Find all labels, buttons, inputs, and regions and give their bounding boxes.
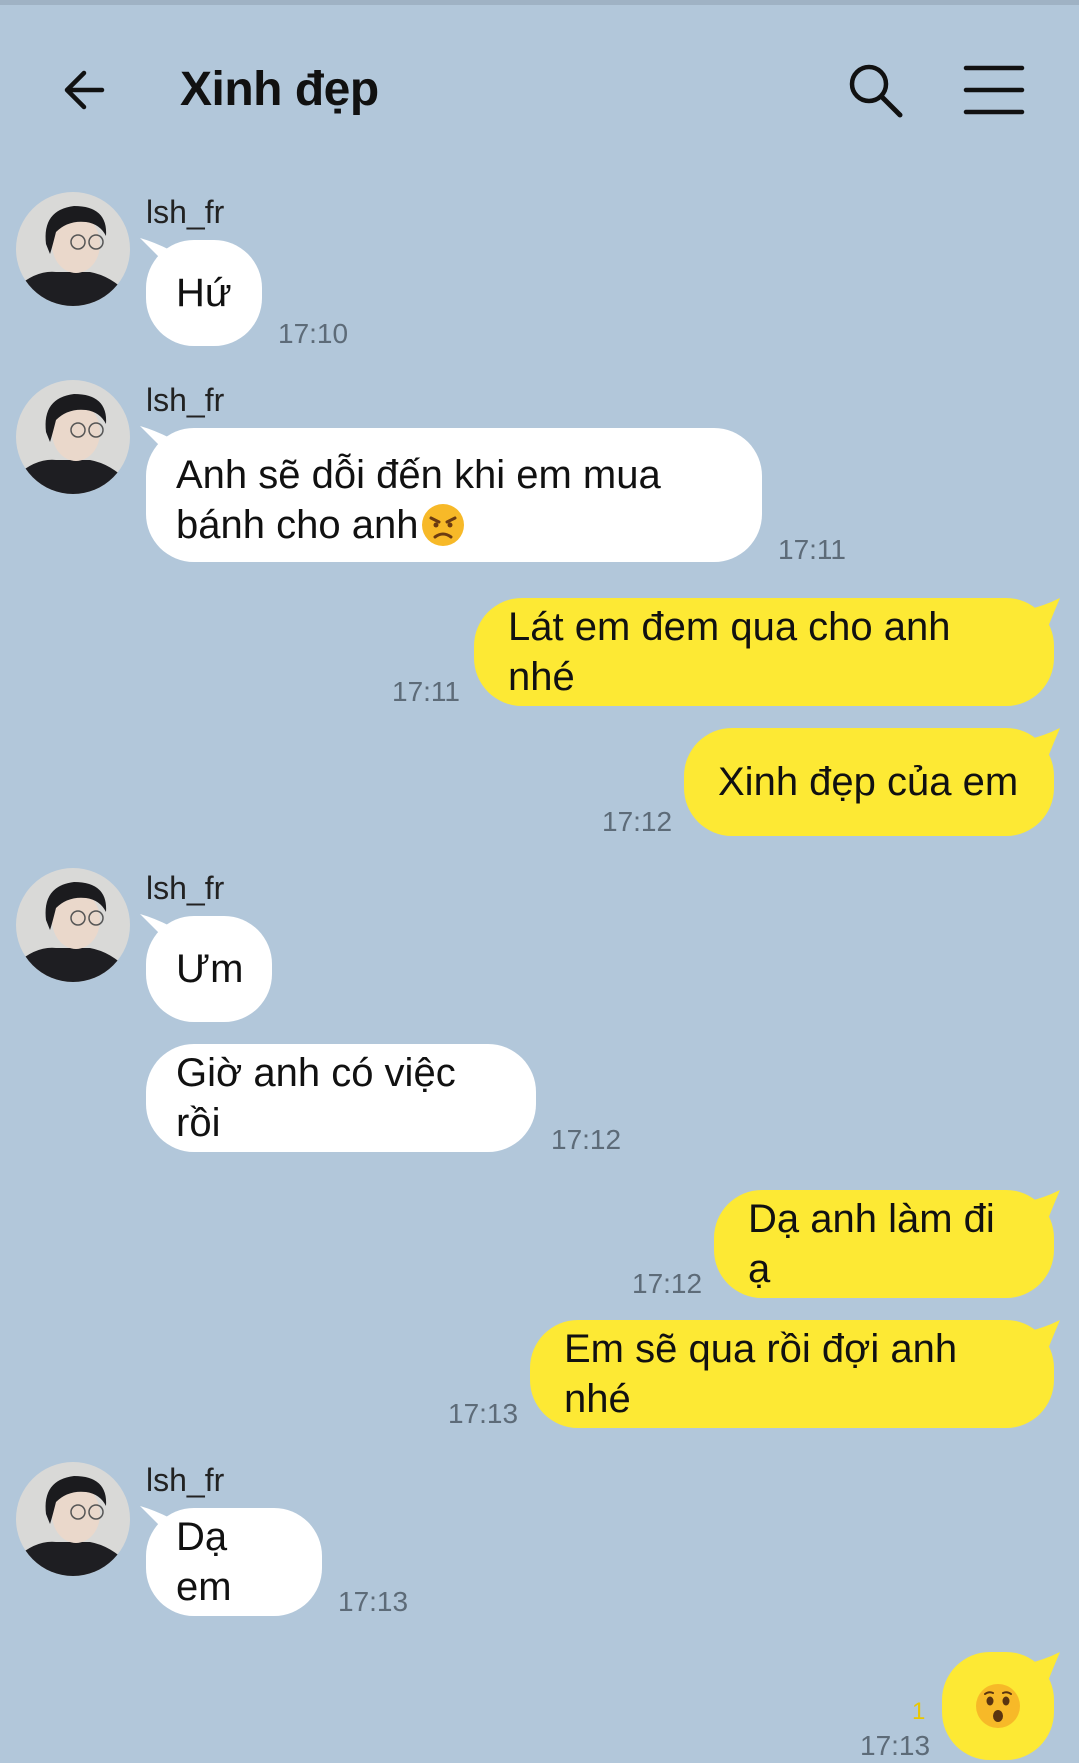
menu-button[interactable] [962,62,1026,118]
message-text-line: bánh cho anh [176,503,419,547]
sender-name: lsh_fr [146,1462,225,1498]
message-time: 17:12 [602,806,673,837]
incoming-message-bubble[interactable]: Dạ em [146,1508,322,1616]
search-icon [849,64,903,118]
chat-header: Xinh đẹp [0,40,1079,140]
bubble-tail [1026,1320,1060,1354]
message-text: Dạ em [176,1515,232,1609]
message-text: Lát em đem qua cho anh nhé [508,605,951,699]
sender-name: lsh_fr [146,870,225,906]
sender-name: lsh_fr [146,194,225,230]
bubble-tail [1026,598,1060,632]
chat-title: Xinh đẹp [180,63,379,116]
message-time: 17:12 [632,1268,703,1299]
bubble-tail [1026,728,1060,762]
message-text: Giờ anh có việc rồi [176,1051,456,1145]
angry-face-emoji [422,504,465,546]
avatar[interactable] [16,868,130,982]
avatar[interactable] [16,380,130,494]
back-button[interactable] [56,60,116,120]
message-time: 17:13 [860,1730,931,1761]
bubble-tail [1026,1652,1060,1686]
outgoing-message-bubble[interactable]: Lát em đem qua cho anh nhé [474,598,1054,706]
outgoing-message-bubble[interactable]: Em sẽ qua rồi đợi anh nhé [530,1320,1054,1428]
incoming-message-bubble[interactable]: Hứ [146,240,262,346]
bubble-tail [1026,1190,1060,1224]
unread-count: 1 [912,1698,926,1725]
outgoing-message-bubble[interactable]: Xinh đẹp của em [684,728,1054,836]
profile-photo [16,868,130,982]
profile-photo [16,192,130,306]
message-text-line: Anh sẽ dỗi đến khi em mua [176,453,661,497]
incoming-message-bubble[interactable]: Anh sẽ dỗi đến khi em mua bánh cho anh [146,428,762,562]
avatar[interactable] [16,192,130,306]
message-text: Hứ [176,271,232,315]
message-time: 17:10 [278,318,349,349]
message-time: 17:11 [778,534,846,565]
arrow-left-icon [64,70,105,110]
message-time: 17:13 [448,1398,519,1429]
message-text: Dạ anh làm đi ạ [748,1197,995,1291]
incoming-message-bubble[interactable]: Giờ anh có việc rồi [146,1044,536,1152]
hamburger-menu-icon [963,65,1025,115]
status-strip [0,0,1079,5]
message-text: Ưm [176,947,244,991]
sender-name: lsh_fr [146,382,225,418]
message-time: 17:12 [551,1124,622,1155]
surprised-face-emoji [976,1684,1020,1728]
profile-photo [16,380,130,494]
search-button[interactable] [845,60,905,120]
message-time: 17:13 [338,1586,409,1617]
profile-photo [16,1462,130,1576]
message-text: Xinh đẹp của em [718,760,1019,804]
outgoing-message-bubble[interactable]: Dạ anh làm đi ạ [714,1190,1054,1298]
avatar[interactable] [16,1462,130,1576]
message-time: 17:11 [392,676,460,707]
message-text: Em sẽ qua rồi đợi anh nhé [564,1327,958,1421]
incoming-message-bubble[interactable]: Ưm [146,916,272,1022]
